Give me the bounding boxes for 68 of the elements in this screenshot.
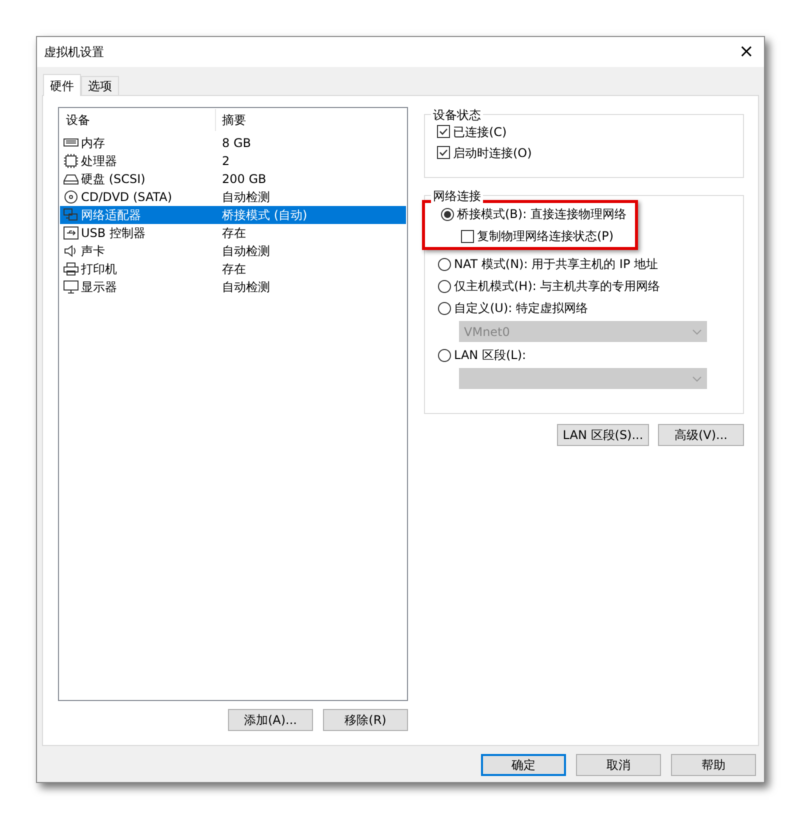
option-label: 自定义(U): 特定虚拟网络 <box>454 300 588 317</box>
group-title: 网络连接 <box>431 187 483 205</box>
disc-icon <box>63 190 79 204</box>
dialog-button[interactable]: LAN 区段(S)... <box>557 424 649 446</box>
device-summary: 自动检测 <box>221 243 270 260</box>
radio-button[interactable] <box>438 302 451 314</box>
device-name: 网络适配器 <box>81 207 141 224</box>
device-row[interactable]: 声卡 自动检测 <box>60 242 406 260</box>
option-label: NAT 模式(N): 用于共享主机的 IP 地址 <box>454 256 658 273</box>
device-row[interactable]: USB 控制器 存在 <box>60 224 406 242</box>
device-name: 内存 <box>81 135 105 152</box>
printer-icon <box>63 262 79 276</box>
radio-button[interactable] <box>438 280 451 292</box>
dialog-button[interactable]: 帮助 <box>671 754 756 776</box>
dialog-button[interactable]: 取消 <box>576 754 661 776</box>
device-summary: 存在 <box>221 225 246 242</box>
dialog-button[interactable]: 添加(A)... <box>228 709 313 731</box>
chip-icon <box>63 154 79 168</box>
radio-button[interactable] <box>438 258 451 270</box>
device-row[interactable]: 内存 8 GB <box>60 134 406 152</box>
device-row[interactable]: 处理器 2 <box>60 152 406 170</box>
device-summary: 8 GB <box>221 135 251 152</box>
device-summary: 2 <box>221 153 230 170</box>
column-header[interactable]: 设备 <box>60 109 216 131</box>
device-name: 打印机 <box>81 261 117 278</box>
checkbox[interactable] <box>437 146 450 159</box>
option-label: LAN 区段(L): <box>454 347 526 364</box>
device-name: 显示器 <box>81 279 117 296</box>
radio-button[interactable] <box>438 348 451 362</box>
option-label: 仅主机模式(H): 与主机共享的专用网络 <box>454 278 660 295</box>
device-summary: 自动检测 <box>221 279 270 296</box>
device-row[interactable]: CD/DVD (SATA) 自动检测 <box>60 188 406 206</box>
checkbox[interactable] <box>461 230 474 242</box>
tab[interactable]: 选项 <box>81 76 119 95</box>
device-name: 声卡 <box>81 243 105 260</box>
device-row[interactable]: 网络适配器 桥接模式 (自动) <box>60 206 406 224</box>
device-name: 处理器 <box>81 153 117 170</box>
device-summary: 200 GB <box>221 171 266 188</box>
chevron-down-icon <box>692 376 702 382</box>
monitor-icon <box>63 280 79 294</box>
device-summary: 存在 <box>221 261 246 278</box>
column-header[interactable]: 摘要 <box>216 109 406 131</box>
check-icon <box>438 126 449 137</box>
dialog-button[interactable]: 确定 <box>481 754 566 776</box>
device-summary: 桥接模式 (自动) <box>221 207 308 224</box>
tab[interactable]: 硬件 <box>43 74 81 96</box>
option-label: 桥接模式(B): 直接连接物理网络 <box>457 206 626 223</box>
device-name: CD/DVD (SATA) <box>81 189 172 206</box>
option-label: 复制物理网络连接状态(P) <box>477 228 614 245</box>
device-summary: 自动检测 <box>221 189 270 206</box>
network-icon <box>63 208 79 222</box>
close-button[interactable]: × <box>736 43 756 61</box>
device-row[interactable]: 显示器 自动检测 <box>60 278 406 296</box>
checkbox[interactable] <box>437 125 450 138</box>
check-icon <box>438 147 449 158</box>
dialog-button[interactable]: 高级(V)... <box>658 424 744 446</box>
device-row[interactable]: 硬盘 (SCSI) 200 GB <box>60 170 406 188</box>
window-title: 虚拟机设置 <box>44 44 104 61</box>
usb-icon <box>63 226 79 240</box>
option-label: 启动时连接(O) <box>453 144 532 162</box>
device-row[interactable]: 打印机 存在 <box>60 260 406 278</box>
group-title: 设备状态 <box>431 106 483 124</box>
radio-button[interactable] <box>441 208 454 220</box>
device-name: 硬盘 (SCSI) <box>81 171 146 188</box>
option-label: 已连接(C) <box>453 124 507 140</box>
dialog-button[interactable]: 移除(R) <box>323 709 408 731</box>
device-name: USB 控制器 <box>81 225 146 242</box>
chevron-down-icon <box>692 328 702 334</box>
